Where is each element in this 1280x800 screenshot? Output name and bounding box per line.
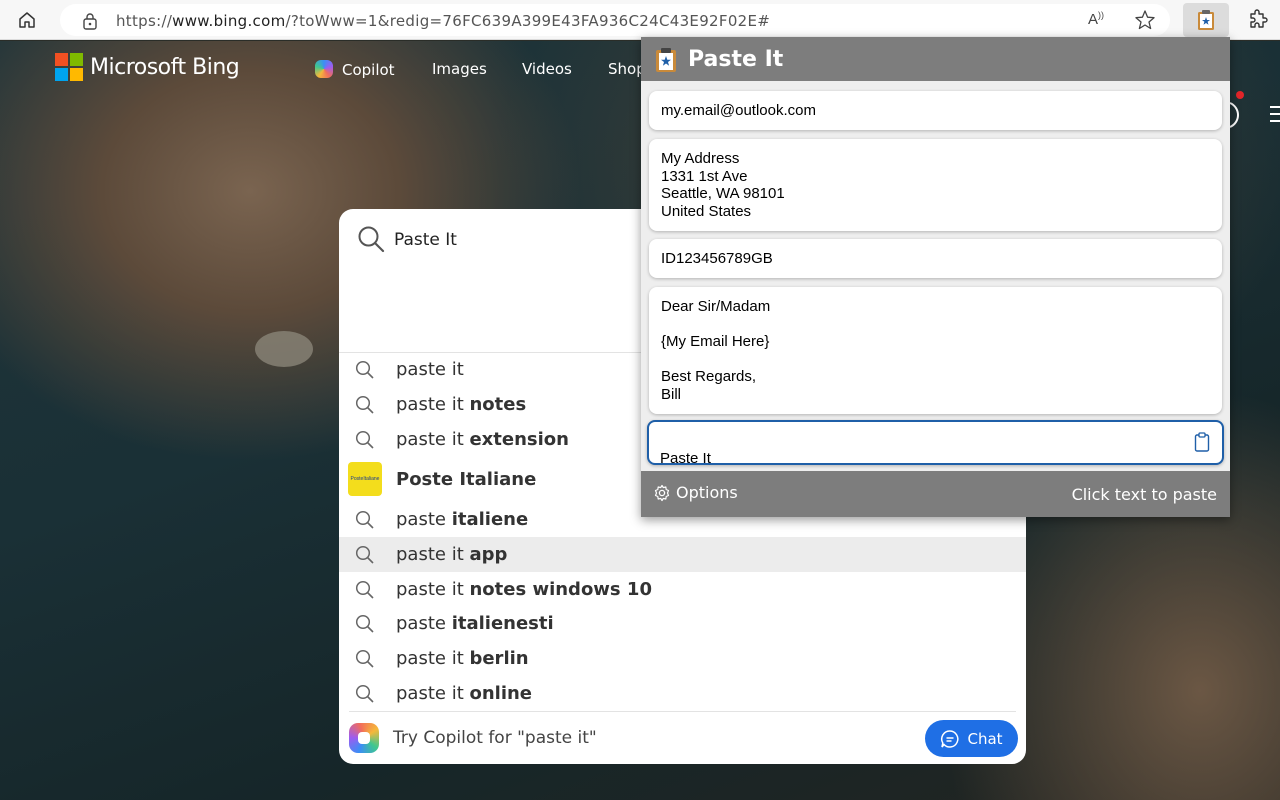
search-input[interactable]: Paste It [394, 230, 457, 250]
search-icon [355, 614, 374, 633]
search-icon [355, 545, 374, 564]
suggestion-item[interactable]: paste it berlin [339, 641, 1026, 676]
clipboard-star-icon [1198, 10, 1214, 30]
bing-header-right-icons [1228, 99, 1280, 136]
suggestion-text: paste it berlin [396, 648, 529, 669]
popup-title: Paste It [688, 47, 784, 72]
search-icon [355, 430, 374, 449]
chat-button[interactable]: Chat [925, 720, 1018, 757]
suggestion-text: paste italienesti [396, 613, 554, 634]
background-rock [255, 331, 313, 367]
input-value[interactable]: Paste It [660, 450, 711, 467]
divider [349, 711, 1016, 712]
nav-copilot-label: Copilot [342, 61, 395, 79]
url-text[interactable]: https://www.bing.com/?toWww=1&redig=76FC… [116, 12, 770, 30]
suggestion-text: paste it extension [396, 429, 569, 450]
paste-it-input[interactable]: Paste It [647, 420, 1224, 467]
snippet-email[interactable]: my.email@outlook.com [649, 91, 1222, 130]
search-icon[interactable] [357, 225, 385, 253]
suggestion-item-highlighted[interactable]: paste it app [339, 537, 1026, 572]
paste-it-extension-button[interactable] [1183, 3, 1229, 37]
clipboard-star-icon [656, 48, 676, 72]
copilot-icon [349, 723, 379, 753]
star-icon[interactable] [1134, 9, 1156, 31]
chat-bubble-icon [941, 729, 959, 748]
copilot-icon [315, 60, 333, 78]
snippet-list: my.email@outlook.com My Address 1331 1st… [641, 81, 1230, 471]
nav-videos[interactable]: Videos [522, 60, 572, 78]
paste-hint: Click text to paste [1071, 485, 1217, 504]
try-copilot-link[interactable]: Try Copilot for "paste it" [393, 728, 597, 748]
extensions-button[interactable] [1242, 4, 1274, 36]
snippet-letter[interactable]: Dear Sir/Madam {My Email Here} Best Rega… [649, 287, 1222, 414]
clipboard-icon[interactable] [1194, 432, 1210, 452]
gear-icon [654, 484, 670, 501]
browser-toolbar: https://www.bing.com/?toWww=1&redig=76FC… [0, 0, 1280, 40]
suggestion-text: Poste Italiane [396, 469, 537, 490]
nav-copilot[interactable]: Copilot [315, 60, 395, 79]
suggestion-text: paste it notes [396, 394, 527, 415]
suggestion-item[interactable]: paste italienesti [339, 606, 1026, 641]
home-icon [19, 12, 35, 28]
popup-header: Paste It [641, 37, 1230, 81]
search-icon [355, 649, 374, 668]
suggestion-item[interactable]: paste it notes windows 10 [339, 572, 1026, 607]
search-icon [355, 580, 374, 599]
microsoft-logo-icon [55, 53, 83, 81]
paste-it-popup: Paste It my.email@outlook.com My Address… [641, 37, 1230, 517]
suggestion-item[interactable]: paste it online [339, 676, 1026, 711]
popup-footer: Options Click text to paste [641, 471, 1230, 517]
address-bar[interactable]: https://www.bing.com/?toWww=1&redig=76FC… [60, 4, 1170, 36]
options-button[interactable]: Options [653, 483, 738, 502]
lock-icon[interactable] [82, 12, 98, 30]
suggestion-text: paste it [396, 359, 464, 380]
search-icon [355, 684, 374, 703]
suggestion-text: paste it app [396, 544, 508, 565]
chat-button-label: Chat [967, 729, 1003, 748]
read-aloud-icon[interactable]: A)) [1088, 10, 1104, 28]
notification-dot [1236, 91, 1244, 99]
nav-images[interactable]: Images [432, 60, 487, 78]
poste-italiane-logo: PosteItaliane [348, 462, 382, 496]
puzzle-icon [1250, 9, 1268, 28]
options-label: Options [676, 483, 738, 502]
search-icon [355, 510, 374, 529]
search-icon [355, 395, 374, 414]
bing-logo-text: Microsoft Bing [90, 54, 240, 80]
suggestion-text: paste it online [396, 683, 533, 704]
snippet-id[interactable]: ID123456789GB [649, 239, 1222, 278]
home-button[interactable] [11, 4, 43, 36]
search-icon [355, 360, 374, 379]
suggestion-text: paste italiene [396, 509, 529, 530]
bing-logo[interactable]: Microsoft Bing [55, 53, 240, 81]
suggestion-text: paste it notes windows 10 [396, 579, 652, 600]
snippet-address[interactable]: My Address 1331 1st Ave Seattle, WA 9810… [649, 139, 1222, 231]
